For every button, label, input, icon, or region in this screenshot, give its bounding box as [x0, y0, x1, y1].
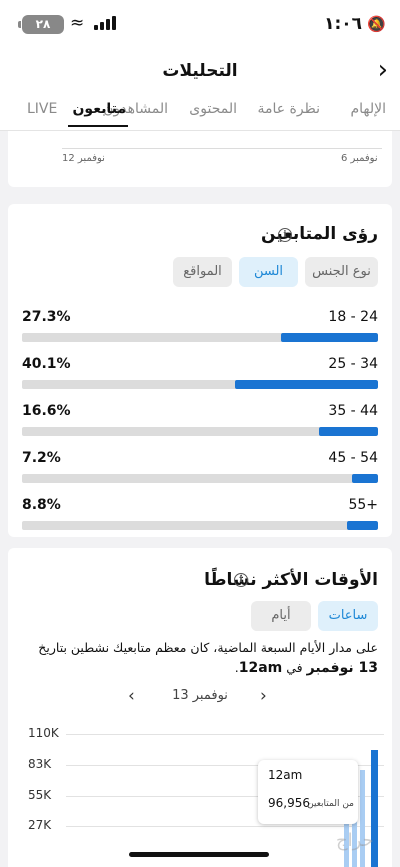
bar-tooltip: 12am 96,956 من المتابعين	[258, 760, 358, 824]
toggle-hours[interactable]: ساعات	[318, 601, 378, 631]
age-row-percent: 7.2%	[22, 450, 61, 466]
age-row-percent: 40.1%	[22, 356, 71, 372]
age-row-percent: 27.3%	[22, 309, 71, 325]
tab-inspiration[interactable]: الإلهام	[350, 101, 386, 117]
info-icon[interactable]: i	[234, 573, 248, 587]
wifi-icon: ≈	[70, 13, 85, 33]
y-tick-label: 55K	[28, 788, 52, 802]
follower-insights-card: رؤى المتابعين i نوع الجنس السن المواقع 2…	[8, 204, 392, 537]
home-indicator	[129, 852, 269, 857]
most-active-times-card: الأوقات الأكثر نشاطًا i ساعات أيام على م…	[8, 548, 392, 867]
age-row-bar-track	[22, 380, 378, 389]
tab-bar: الإلهام نظرة عامة المحتوى المشاهدون متاب…	[0, 95, 400, 131]
battery-icon: ٢٨	[22, 15, 64, 34]
selected-date-label: 13 نوفمبر	[172, 688, 228, 703]
age-row-percent: 16.6%	[22, 403, 71, 419]
status-bar: ١:٠٦ 🔕 ٢٨ ≈	[0, 0, 400, 50]
age-row-bar-fill	[352, 474, 378, 483]
tooltip-label: من المتابعين	[307, 799, 354, 809]
age-row-percent: 8.8%	[22, 497, 61, 513]
filter-age[interactable]: السن	[239, 257, 298, 287]
most-active-description: على مدار الأيام السبعة الماضية، كان معظم…	[38, 640, 378, 676]
x-tick-label: نوفمبر 12	[62, 153, 105, 164]
filter-gender[interactable]: نوع الجنس	[305, 257, 378, 287]
grid-line	[66, 734, 384, 735]
header: › التحليلات	[0, 50, 400, 95]
age-row-bar-track	[22, 474, 378, 483]
watermark-logo: حراج	[336, 830, 374, 851]
tab-followers[interactable]: متابعون	[72, 101, 126, 117]
tab-live[interactable]: LIVE	[27, 101, 57, 117]
y-tick-label: 110K	[28, 726, 59, 740]
muted-bell-icon: 🔕	[367, 15, 386, 33]
most-active-times-title: الأوقات الأكثر نشاطًا	[204, 570, 378, 590]
y-tick-label: 27K	[28, 818, 52, 832]
next-day-chevron-icon[interactable]: ›	[260, 686, 267, 706]
age-row-bar-fill	[235, 380, 378, 389]
status-time: ١:٠٦	[324, 14, 362, 34]
chart-baseline	[62, 148, 382, 149]
age-row-range: 45 - 54	[328, 450, 378, 466]
filter-locations[interactable]: المواقع	[173, 257, 232, 287]
age-row-bar-track	[22, 333, 378, 342]
age-row-bar-fill	[318, 427, 378, 436]
page-title: التحليلات	[162, 61, 238, 81]
age-row-range: 18 - 24	[328, 309, 378, 325]
tab-overview[interactable]: نظرة عامة	[257, 101, 320, 117]
grid-line	[66, 826, 384, 827]
age-row-range: 55+	[348, 497, 378, 513]
x-tick-label: نوفمبر 6	[341, 153, 378, 164]
cellular-signal-icon	[94, 16, 116, 30]
y-tick-label: 83K	[28, 757, 52, 771]
battery-cap	[18, 21, 21, 28]
age-row-bar-track	[22, 427, 378, 436]
age-row-range: 35 - 44	[328, 403, 378, 419]
chart-bar[interactable]	[360, 770, 365, 867]
age-row-bar-track	[22, 521, 378, 530]
info-icon[interactable]: i	[278, 228, 292, 242]
age-row-bar-fill	[346, 521, 378, 530]
age-row-bar-fill	[280, 333, 378, 342]
tooltip-value: 96,956	[268, 796, 310, 810]
age-row-range: 25 - 34	[328, 356, 378, 372]
toggle-days[interactable]: أيام	[251, 601, 311, 631]
active-tab-underline	[68, 125, 128, 127]
followers-growth-card: نوفمبر 12 نوفمبر 6	[8, 131, 392, 187]
tab-content[interactable]: المحتوى	[189, 101, 237, 117]
tooltip-time: 12am	[268, 768, 303, 782]
